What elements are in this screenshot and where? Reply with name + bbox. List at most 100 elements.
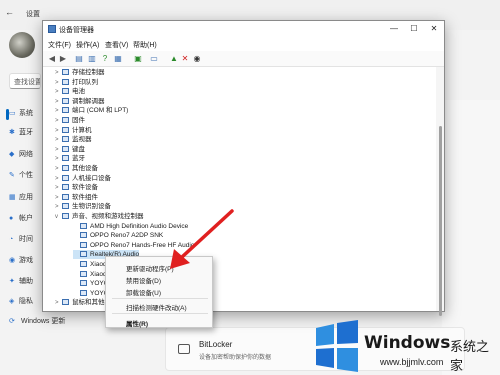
device-label: 计算机 [72,126,92,134]
nav-item-privacy[interactable]: ◈ 隐私 [9,296,43,310]
nav-item-accounts[interactable]: ● 帐户 [9,213,43,227]
device-category[interactable]: > 调制解调器 [55,97,105,106]
nav-item-apps[interactable]: ▦ 应用 [9,192,43,206]
device-label: 端口 (COM 和 LPT) [72,107,129,115]
device-category[interactable]: > 监视器 [55,135,92,144]
nav-item-network[interactable]: ◆ 网络 [9,149,43,163]
bitlocker-icon [178,344,190,354]
device-label: 固件 [72,117,85,124]
nav-label: 蓝牙 [19,129,33,136]
device-category[interactable]: > 电池 [55,87,85,96]
device-icon [62,165,69,171]
help-icon[interactable]: ? [100,54,110,64]
device-label: 其他设备 [72,165,98,172]
device-category[interactable]: > 软件设备 [55,183,98,192]
menu-separator [112,298,208,299]
menu-item-scan-hardware[interactable]: 扫描检测硬件改动(A) [126,302,187,312]
device-category[interactable]: > 打印队列 [55,78,98,87]
minimize-button[interactable]: — [384,22,404,35]
update-driver-icon[interactable]: ▣ [133,54,143,64]
privacy-icon: ◈ [9,298,15,305]
nav-label: 辅助 [19,278,33,285]
device-icon [62,126,69,133]
close-button[interactable]: ✕ [424,22,444,35]
properties-icon[interactable]: ▤ [74,54,84,64]
add-hardware-icon[interactable]: ▲ [169,54,179,64]
device-icon [62,107,69,114]
nav-item-system[interactable]: ▭ 系统 [9,108,43,122]
bitlocker-subtitle: 设备加密帮助保护你的数据 [199,355,272,361]
menu-item-uninstall-device[interactable]: 卸载设备(U) [126,287,161,297]
device-icon [62,213,69,219]
device-item[interactable]: OPPO Reno7 A2DP SNK [73,231,163,240]
device-category[interactable]: > 其他设备 [55,164,98,173]
nav-item-personalization[interactable]: ✎ 个性 [9,170,43,184]
monitor-icon[interactable]: ▭ [149,54,159,64]
scrollbar-thumb[interactable] [439,126,442,316]
uninstall-icon[interactable]: ✕ [180,54,190,64]
device-icon [62,117,69,123]
device-category[interactable]: > 计算机 [55,126,92,135]
device-category[interactable]: > 存储控制器 [55,68,105,77]
device-icon [62,88,69,95]
update-icon: ⟳ [9,318,15,325]
nav-label: 系统 [19,110,33,117]
device-icon [62,136,69,143]
nav-item-time[interactable]: ◔ 时间 [9,234,43,248]
device-icon [62,145,69,152]
device-label: OPPO Reno7 A2DP SNK [90,232,164,240]
menu-help[interactable]: 帮助(H) [133,40,157,50]
device-item[interactable]: YOYO [73,279,109,288]
device-category[interactable]: > 生物识别设备 [55,202,111,211]
device-category[interactable]: > 端口 (COM 和 LPT) [55,106,128,115]
device-icon [80,280,87,287]
back-icon[interactable]: ← [5,7,14,17]
nav-label: 时间 [19,236,33,243]
watermark-cn: 系统之家 [450,339,490,373]
device-category[interactable]: v 声音、视频和游戏控制器 [55,212,144,221]
device-item[interactable]: YOYO [73,289,109,298]
nav-label: Windows 更新 [21,318,66,325]
nav-item-gaming[interactable]: ◉ 游戏 [9,255,43,269]
settings-title: 设置 [26,11,40,18]
device-label: 软件组件 [72,193,98,201]
nav-item-bluetooth[interactable]: ✱ 蓝牙 [9,127,43,141]
device-category[interactable]: > 固件 [55,116,85,125]
menu-file[interactable]: 文件(F) [48,40,71,50]
device-category[interactable]: > 蓝牙 [55,154,85,163]
device-category[interactable]: > 人机接口设备 [55,174,111,183]
menu-action[interactable]: 操作(A) [76,40,99,50]
back-arrow-icon[interactable]: ◀ [47,54,57,64]
maximize-button[interactable]: ☐ [404,22,424,35]
device-label: 软件设备 [72,184,98,192]
device-label: 人机接口设备 [72,174,111,182]
device-category[interactable]: > 软件组件 [55,193,98,202]
device-category[interactable]: > 键盘 [55,145,85,154]
device-icon [80,232,87,239]
avatar[interactable] [9,32,35,58]
expand-chevron-icon[interactable]: v [55,213,62,222]
view-icon[interactable]: ▦ [113,54,123,64]
device-label: 监视器 [72,136,92,144]
device-icon [80,222,87,229]
menu-view[interactable]: 查看(V) [105,40,128,50]
expand-chevron-icon[interactable]: > [55,299,62,308]
forward-arrow-icon[interactable]: ▶ [58,54,68,64]
nav-item-accessibility[interactable]: ✦ 辅助 [9,276,43,290]
search-input[interactable]: 查找设置 [9,73,41,89]
menu-item-disable-device[interactable]: 禁用设备(D) [126,275,161,285]
tree-view-icon[interactable]: ▥ [87,54,97,64]
device-label: 声音、视频和游戏控制器 [72,213,144,220]
device-icon [62,97,69,104]
network-icon: ◆ [9,151,15,158]
device-manager-icon [48,25,56,33]
title-bar[interactable]: 设备管理器 — ☐ ✕ [43,21,444,37]
scan-icon[interactable]: ◉ [192,54,202,64]
toolbar: ◀ ▶ ▤ ▥ ? ▦ ▣ ▭ ▲ ✕ ◉ [43,51,444,67]
nav-item-windows-update[interactable]: ⟳ Windows 更新 [9,316,65,326]
device-icon [80,270,87,277]
menu-separator [112,313,208,314]
menu-item-properties[interactable]: 属性(R) [126,318,148,328]
device-label: 电池 [72,88,85,96]
device-label: 存储控制器 [72,69,105,76]
